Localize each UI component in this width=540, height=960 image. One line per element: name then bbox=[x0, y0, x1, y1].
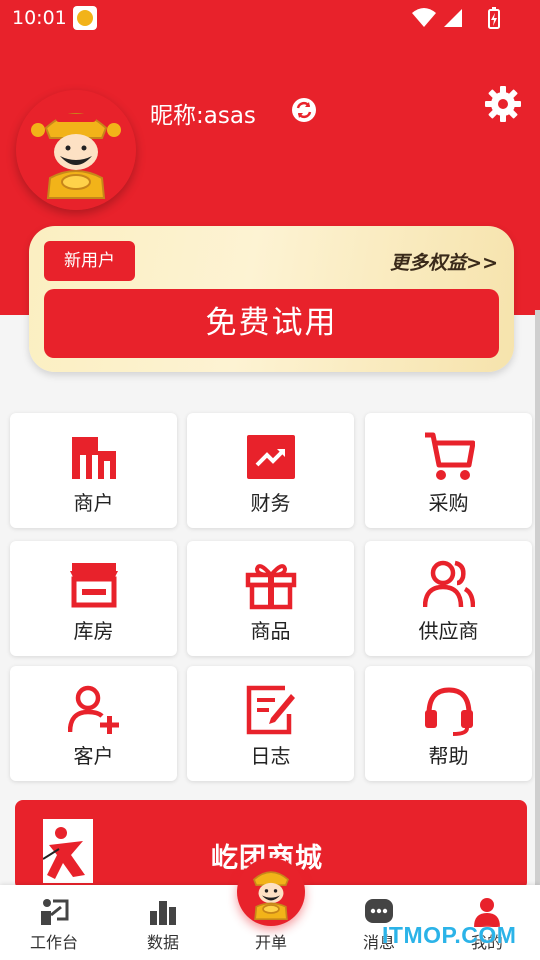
more-rights-link[interactable]: 更多权益>> bbox=[390, 248, 498, 275]
store-building-icon bbox=[72, 437, 116, 479]
tile-purchase[interactable]: 采购 bbox=[365, 413, 532, 528]
tile-suppliers[interactable]: 供应商 bbox=[365, 541, 532, 656]
suppliers-icon bbox=[423, 560, 475, 608]
mall-logo-icon bbox=[42, 827, 85, 879]
headset-icon bbox=[425, 687, 473, 736]
scrollbar[interactable] bbox=[535, 310, 540, 885]
shopping-cart-icon bbox=[425, 432, 475, 480]
tile-label: 帮助 bbox=[428, 744, 469, 768]
avatar[interactable] bbox=[16, 90, 136, 210]
nav-data[interactable]: 数据 bbox=[118, 885, 208, 960]
tile-merchant[interactable]: 商户 bbox=[10, 413, 177, 528]
free-trial-button[interactable]: 免费试用 bbox=[44, 289, 499, 358]
battery-icon bbox=[488, 7, 500, 29]
tile-customers[interactable]: 客户 bbox=[10, 666, 177, 781]
signal-icon bbox=[444, 9, 462, 27]
nav-label: 开单 bbox=[254, 933, 287, 952]
tile-finance[interactable]: 财务 bbox=[187, 413, 354, 528]
tile-products[interactable]: 商品 bbox=[187, 541, 354, 656]
nav-label: 工作台 bbox=[29, 933, 78, 952]
nav-label: 数据 bbox=[146, 933, 179, 952]
tile-label: 财务 bbox=[250, 491, 291, 515]
watermark: ITMOP.COM bbox=[382, 922, 517, 948]
tile-label: 供应商 bbox=[418, 619, 479, 643]
nav-workbench[interactable]: 工作台 bbox=[9, 885, 99, 960]
status-icons bbox=[412, 7, 502, 29]
workbench-icon bbox=[41, 899, 69, 925]
tile-label: 日志 bbox=[250, 744, 291, 768]
refresh-icon[interactable] bbox=[290, 96, 318, 124]
mall-logo bbox=[42, 819, 93, 883]
status-bar: 10:01 bbox=[0, 0, 540, 36]
gear-icon[interactable] bbox=[483, 84, 523, 124]
tile-label: 库房 bbox=[73, 619, 114, 643]
tile-label: 客户 bbox=[73, 744, 114, 768]
nickname-label: 昵称: bbox=[150, 103, 204, 129]
nickname-value: asas bbox=[203, 103, 256, 129]
warehouse-icon bbox=[70, 563, 118, 608]
tile-help[interactable]: 帮助 bbox=[365, 666, 532, 781]
trend-chart-icon bbox=[247, 435, 295, 479]
gift-icon bbox=[245, 564, 297, 610]
bar-chart-icon bbox=[150, 901, 176, 925]
tile-label: 商户 bbox=[73, 491, 114, 515]
nickname: 昵称:asas bbox=[150, 96, 256, 130]
new-user-badge: 新用户 bbox=[44, 241, 135, 281]
tile-label: 商品 bbox=[250, 619, 291, 643]
tile-warehouse[interactable]: 库房 bbox=[10, 541, 177, 656]
mascot-icon bbox=[16, 90, 136, 210]
wifi-icon bbox=[412, 8, 436, 27]
member-card: 新用户 更多权益>> 免费试用 bbox=[29, 226, 514, 372]
tile-log[interactable]: 日志 bbox=[187, 666, 354, 781]
app-notification-icon bbox=[73, 6, 97, 30]
edit-log-icon bbox=[246, 685, 295, 735]
tile-label: 采购 bbox=[428, 491, 469, 515]
status-time: 10:01 bbox=[12, 7, 67, 29]
mascot-icon bbox=[252, 871, 290, 921]
create-order-button[interactable] bbox=[237, 858, 305, 926]
add-customer-icon bbox=[68, 685, 119, 734]
